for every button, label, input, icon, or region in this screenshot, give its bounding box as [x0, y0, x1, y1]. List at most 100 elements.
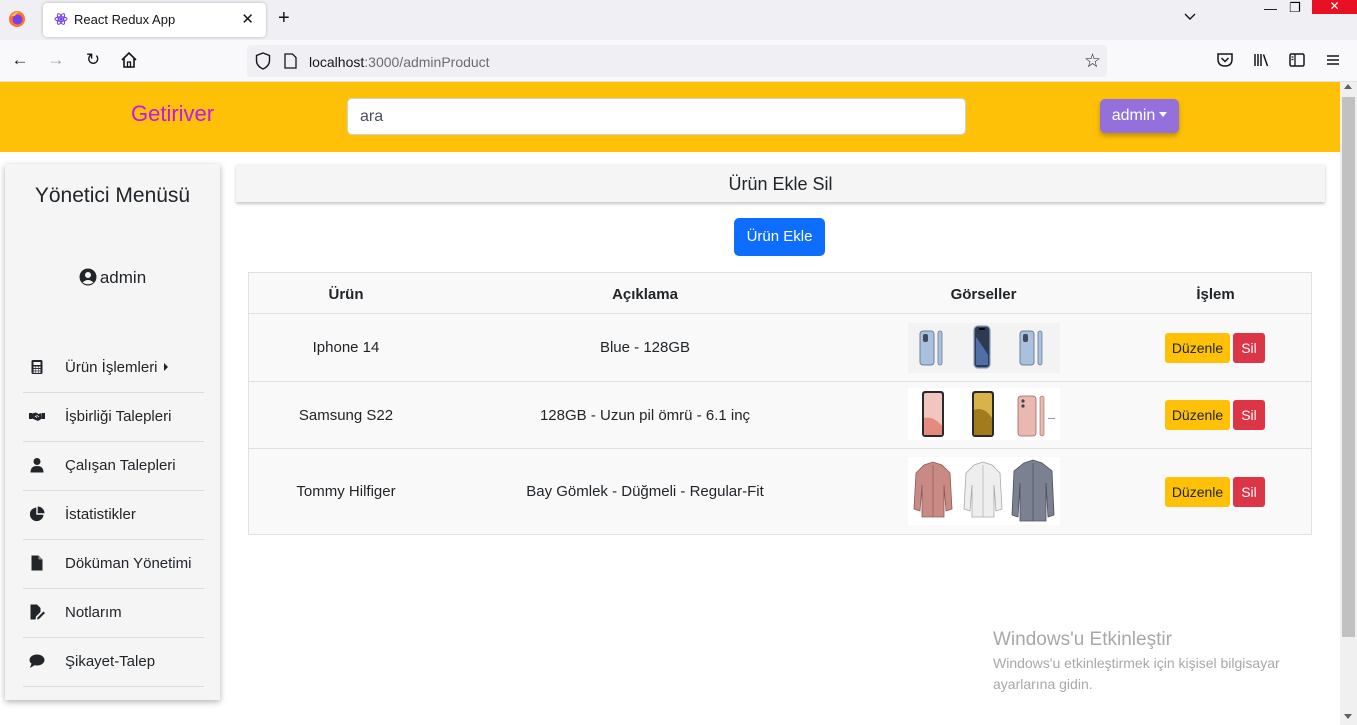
pocket-icon[interactable] — [1215, 50, 1235, 70]
sidebar-item-label: İstatistikler — [65, 506, 136, 523]
sidebar-item-label: Şikayet-Talep — [65, 653, 156, 670]
column-header-images: Görseller — [950, 286, 1017, 303]
comment-icon — [29, 654, 45, 668]
page-info-icon[interactable] — [284, 53, 297, 69]
product-images — [908, 457, 1060, 525]
table-row: Iphone 14 Blue - 128GB Düzenle Sil — [249, 314, 1311, 382]
sidebar-item-label: Notlarım — [65, 604, 122, 621]
user-dropdown-label: admin — [1111, 107, 1156, 124]
product-thumbnail[interactable] — [1008, 323, 1058, 373]
react-redux-favicon-icon — [54, 13, 68, 25]
sidebar-item-isbirligi-talepleri[interactable]: İşbirliği Talepleri — [23, 393, 204, 442]
url-host: localhost — [309, 54, 365, 70]
bookmark-star-icon[interactable]: ☆ — [1084, 50, 1101, 73]
sidebar-item-text: Ürün İşlemleri — [65, 359, 158, 376]
edit-button[interactable]: Düzenle — [1165, 333, 1230, 363]
product-thumbnail[interactable] — [908, 323, 958, 373]
calculator-icon — [31, 360, 43, 374]
sidebar-title: Yönetici Menüsü — [34, 184, 191, 207]
back-arrow-icon[interactable]: ← — [10, 50, 30, 70]
page-title: Ürün Ekle Sil — [236, 164, 1325, 202]
column-header-actions: İşlem — [1196, 286, 1235, 303]
add-product-button[interactable]: Ürün Ekle — [734, 218, 825, 256]
window-restore-icon[interactable]: ❐ — [1289, 0, 1301, 16]
product-thumbnail[interactable] — [1008, 457, 1058, 525]
library-icon[interactable] — [1251, 50, 1271, 70]
scroll-up-arrow-icon[interactable] — [1344, 84, 1352, 89]
product-thumbnail[interactable] — [908, 457, 958, 525]
browser-nav-bar: ← → ↻ localhost:3000/adminProduct ☆ — [0, 40, 1357, 82]
column-header-description: Açıklama — [612, 286, 678, 303]
browser-tab-bar: React Redux App ✕ + — ❐ ✕ — [0, 0, 1357, 40]
delete-button[interactable]: Sil — [1233, 400, 1265, 430]
table-header: Ürün Açıklama Görseller İşlem — [249, 273, 1311, 314]
user-icon — [30, 458, 44, 473]
sidebar-item-label: İşbirliği Talepleri — [65, 408, 172, 425]
product-thumbnail[interactable] — [1008, 388, 1058, 440]
caret-right-icon — [163, 363, 168, 371]
firefox-logo-icon — [9, 11, 25, 27]
delete-button[interactable]: Sil — [1233, 333, 1265, 363]
sidebar-item-dokuman-yonetimi[interactable]: Döküman Yönetimi — [23, 540, 204, 589]
user-dropdown-button[interactable]: admin — [1100, 99, 1179, 133]
product-thumbnail[interactable] — [908, 388, 958, 440]
brand-logo[interactable]: Getiriver — [131, 101, 214, 127]
page-scrollbar[interactable] — [1340, 82, 1357, 725]
table-row: Samsung S22 128GB - Uzun pil ömrü - 6.1 … — [249, 382, 1311, 449]
sidebar-item-label: Ürün İşlemleri — [65, 359, 168, 376]
sidebar-username: admin — [99, 268, 147, 287]
window-close-icon[interactable]: ✕ — [1312, 0, 1357, 14]
column-header-product: Ürün — [328, 286, 364, 303]
app-header: Getiriver admin — [0, 82, 1340, 152]
new-tab-icon[interactable]: + — [278, 7, 290, 30]
product-name: Iphone 14 — [312, 339, 380, 356]
sidebar-toggle-icon[interactable] — [1287, 50, 1307, 70]
windows-activation-text: ayarlarına gidin. — [993, 676, 1093, 692]
sidebar-item-notlarim[interactable]: Notlarım — [23, 589, 204, 638]
scrollbar-thumb[interactable] — [1342, 97, 1355, 637]
url-path: :3000/adminProduct — [364, 54, 490, 70]
edit-button[interactable]: Düzenle — [1165, 477, 1230, 507]
tab-close-icon[interactable]: ✕ — [241, 10, 254, 28]
product-thumbnail[interactable] — [958, 457, 1008, 525]
product-description: 128GB - Uzun pil ömrü - 6.1 inç — [539, 407, 751, 424]
caret-down-icon — [1159, 112, 1168, 117]
delete-button[interactable]: Sil — [1233, 477, 1265, 507]
sidebar-item-label: Çalışan Talepleri — [65, 457, 176, 474]
tracking-shield-icon[interactable] — [255, 52, 271, 70]
user-circle-icon — [79, 268, 97, 286]
browser-tab-active[interactable]: React Redux App ✕ — [43, 3, 266, 37]
home-icon[interactable] — [119, 50, 139, 70]
window-minimize-icon[interactable]: — — [1264, 1, 1277, 16]
product-name: Samsung S22 — [298, 407, 394, 424]
product-description: Blue - 128GB — [599, 339, 691, 356]
windows-activation-text: Windows'u etkinleştirmek için kişisel bi… — [993, 655, 1280, 671]
url-text: localhost:3000/adminProduct — [309, 54, 490, 70]
sidebar-user: admin — [5, 268, 220, 288]
reload-icon[interactable]: ↻ — [83, 50, 103, 70]
note-edit-icon — [30, 604, 45, 620]
product-thumbnail[interactable] — [958, 388, 1008, 440]
product-table: Ürün Açıklama Görseller İşlem Iphone 14 … — [248, 272, 1312, 535]
hamburger-menu-icon[interactable] — [1323, 50, 1343, 70]
windows-activation-title: Windows'u Etkinleştir — [993, 629, 1172, 650]
product-name: Tommy Hilfiger — [296, 483, 396, 500]
admin-sidebar: Yönetici Menüsü admin Ürün İşlemleri İşb… — [5, 164, 220, 700]
pie-chart-icon — [29, 506, 45, 522]
url-bar[interactable]: localhost:3000/adminProduct ☆ — [247, 45, 1107, 77]
handshake-icon — [29, 412, 45, 421]
tab-list-chevron-icon[interactable] — [1183, 10, 1197, 24]
search-input[interactable] — [347, 98, 966, 135]
sidebar-item-istatistikler[interactable]: İstatistikler — [23, 491, 204, 540]
scroll-down-arrow-icon[interactable] — [1344, 714, 1352, 719]
edit-button[interactable]: Düzenle — [1165, 400, 1230, 430]
sidebar-item-calisan-talepleri[interactable]: Çalışan Talepleri — [23, 442, 204, 491]
product-description: Bay Gömlek - Düğmeli - Regular-Fit — [526, 483, 764, 500]
product-images — [908, 323, 1060, 373]
sidebar-item-sikayet-talep[interactable]: Şikayet-Talep — [23, 638, 204, 687]
table-row: Tommy Hilfiger Bay Gömlek - Düğmeli - Re… — [249, 449, 1311, 534]
sidebar-item-urun-islemleri[interactable]: Ürün İşlemleri — [23, 344, 204, 393]
product-thumbnail[interactable] — [958, 323, 1008, 373]
forward-arrow-icon[interactable]: → — [46, 50, 66, 70]
tab-title: React Redux App — [74, 12, 176, 27]
